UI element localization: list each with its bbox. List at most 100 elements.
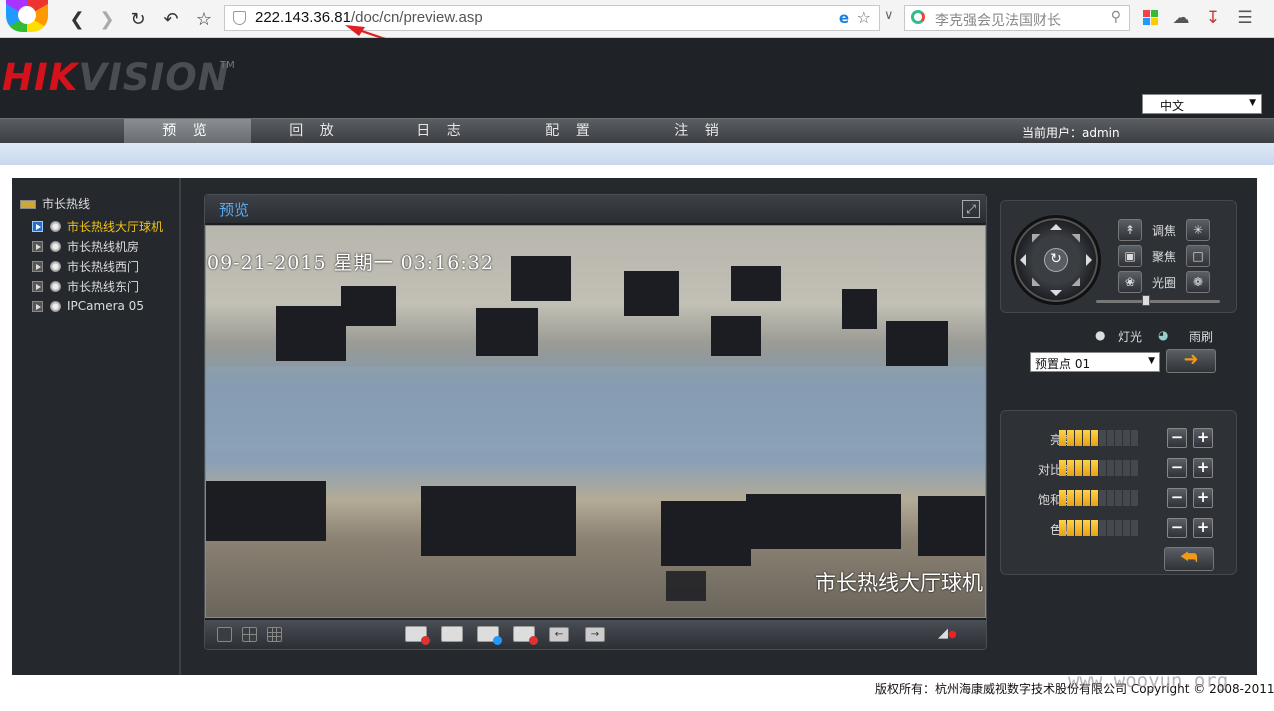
tree-root[interactable]: 市长热线	[20, 195, 90, 212]
download-icon[interactable]: ↧	[1202, 7, 1224, 29]
level-segment[interactable]	[1075, 490, 1082, 506]
windows-icon[interactable]	[1140, 7, 1162, 29]
level-segment[interactable]	[1115, 520, 1122, 536]
focus-near-icon[interactable]: ▣	[1118, 245, 1142, 267]
level-segment[interactable]	[1107, 460, 1114, 476]
level-segment[interactable]	[1083, 520, 1090, 536]
zoom-out-icon[interactable]: ✳	[1186, 219, 1210, 241]
level-segment[interactable]	[1123, 490, 1130, 506]
capture-icon[interactable]	[441, 626, 463, 642]
saturation-level-bar[interactable]	[1059, 490, 1138, 506]
iris-close-icon[interactable]: ❀	[1118, 271, 1142, 293]
decrease-saturation-button[interactable]: −	[1167, 488, 1187, 508]
level-segment[interactable]	[1107, 490, 1114, 506]
level-segment[interactable]	[1091, 460, 1098, 476]
refresh-icon[interactable]: ↻	[125, 6, 151, 32]
level-segment[interactable]	[1083, 430, 1090, 446]
auto-scan-icon[interactable]: ↻	[1044, 248, 1068, 272]
play-icon[interactable]	[32, 220, 43, 232]
level-segment[interactable]	[1075, 430, 1082, 446]
camera-item[interactable]: 市长热线机房	[32, 237, 139, 255]
level-segment[interactable]	[1123, 520, 1130, 536]
bookmark-star-icon[interactable]: ☆	[857, 8, 871, 27]
level-segment[interactable]	[1123, 430, 1130, 446]
play-icon[interactable]	[32, 280, 43, 292]
level-segment[interactable]	[1075, 520, 1082, 536]
play-icon[interactable]	[32, 260, 43, 272]
camera-item[interactable]: 市长热线东门	[32, 277, 139, 295]
search-input[interactable]: 李克强会见法国财长 ⚲	[904, 5, 1130, 31]
fullscreen-icon[interactable]: ⤢	[962, 200, 980, 218]
nav-logout[interactable]: 注 销	[636, 119, 763, 143]
layout-3x3-icon[interactable]	[267, 627, 282, 642]
back-icon[interactable]: ❮	[64, 6, 90, 32]
arrow-up-right-icon[interactable]	[1071, 225, 1089, 243]
level-segment[interactable]	[1115, 460, 1122, 476]
search-icon[interactable]: ⚲	[1111, 9, 1121, 25]
arrow-down-icon[interactable]	[1050, 290, 1062, 302]
nav-preview[interactable]: 预 览	[124, 119, 251, 143]
layout-2x2-icon[interactable]	[242, 627, 257, 642]
arrow-left-icon[interactable]	[1014, 254, 1026, 266]
level-segment[interactable]	[1083, 460, 1090, 476]
next-page-icon[interactable]: →	[585, 627, 605, 642]
level-segment[interactable]	[1059, 460, 1066, 476]
video-view[interactable]: 09-21-2015 星期一 03:16:32 市长热线大厅球机	[205, 225, 986, 618]
light-bulb-icon[interactable]: ●	[1095, 328, 1105, 342]
level-segment[interactable]	[1067, 520, 1074, 536]
preset-select[interactable]: 预置点 01 ▼	[1030, 352, 1160, 372]
decrease-hue-button[interactable]: −	[1167, 518, 1187, 538]
level-segment[interactable]	[1059, 490, 1066, 506]
increase-contrast-button[interactable]: +	[1193, 458, 1213, 478]
nav-config[interactable]: 配 置	[507, 119, 634, 143]
record-stop-icon[interactable]	[513, 626, 538, 645]
undo-icon[interactable]: ↶	[158, 6, 184, 32]
level-segment[interactable]	[1067, 460, 1074, 476]
level-segment[interactable]	[1091, 490, 1098, 506]
star-icon[interactable]: ☆	[191, 6, 217, 32]
arrow-down-right-icon[interactable]	[1071, 277, 1089, 295]
level-segment[interactable]	[1091, 520, 1098, 536]
nav-log[interactable]: 日 志	[378, 119, 505, 143]
arrow-up-left-icon[interactable]	[1023, 225, 1041, 243]
ptz-direction-wheel[interactable]: ↻	[1011, 215, 1101, 305]
zoom-in-icon[interactable]: ↟	[1118, 219, 1142, 241]
play-icon[interactable]	[32, 300, 43, 312]
brightness-level-bar[interactable]	[1059, 430, 1138, 446]
menu-icon[interactable]: ☰	[1234, 7, 1256, 29]
level-segment[interactable]	[1099, 490, 1106, 506]
level-segment[interactable]	[1115, 490, 1122, 506]
browser-logo-icon[interactable]	[6, 0, 48, 32]
level-segment[interactable]	[1091, 430, 1098, 446]
cloud-icon[interactable]: ☁	[1170, 7, 1192, 29]
level-segment[interactable]	[1059, 430, 1066, 446]
level-segment[interactable]	[1123, 460, 1130, 476]
restore-default-button[interactable]: ⮪	[1164, 547, 1214, 571]
level-segment[interactable]	[1107, 520, 1114, 536]
ptz-speed-slider[interactable]	[1096, 295, 1220, 306]
hue-level-bar[interactable]	[1059, 520, 1138, 536]
prev-page-icon[interactable]: ←	[549, 627, 569, 642]
ie-icon[interactable]: e	[839, 9, 849, 27]
slider-handle[interactable]	[1142, 295, 1151, 306]
forward-icon[interactable]: ❯	[94, 6, 120, 32]
speaker-mute-icon[interactable]: ◢●	[938, 626, 957, 641]
contrast-level-bar[interactable]	[1059, 460, 1138, 476]
arrow-up-icon[interactable]	[1050, 218, 1062, 230]
camera-item[interactable]: 市长热线西门	[32, 257, 139, 275]
camera-item[interactable]: IPCamera 05	[32, 297, 144, 315]
focus-far-icon[interactable]: □	[1186, 245, 1210, 267]
decrease-contrast-button[interactable]: −	[1167, 458, 1187, 478]
level-segment[interactable]	[1115, 430, 1122, 446]
level-segment[interactable]	[1083, 490, 1090, 506]
level-segment[interactable]	[1099, 520, 1106, 536]
address-bar[interactable]: 222.143.36.81/doc/cn/preview.asp e ☆	[224, 5, 880, 31]
chevron-down-icon[interactable]: ∨	[884, 8, 894, 23]
iris-open-icon[interactable]: ❁	[1186, 271, 1210, 293]
camera-item[interactable]: 市长热线大厅球机	[32, 217, 163, 235]
arrow-down-left-icon[interactable]	[1023, 277, 1041, 295]
language-select[interactable]: 中文 ▼	[1142, 94, 1262, 114]
level-segment[interactable]	[1067, 430, 1074, 446]
increase-saturation-button[interactable]: +	[1193, 488, 1213, 508]
increase-brightness-button[interactable]: +	[1193, 428, 1213, 448]
